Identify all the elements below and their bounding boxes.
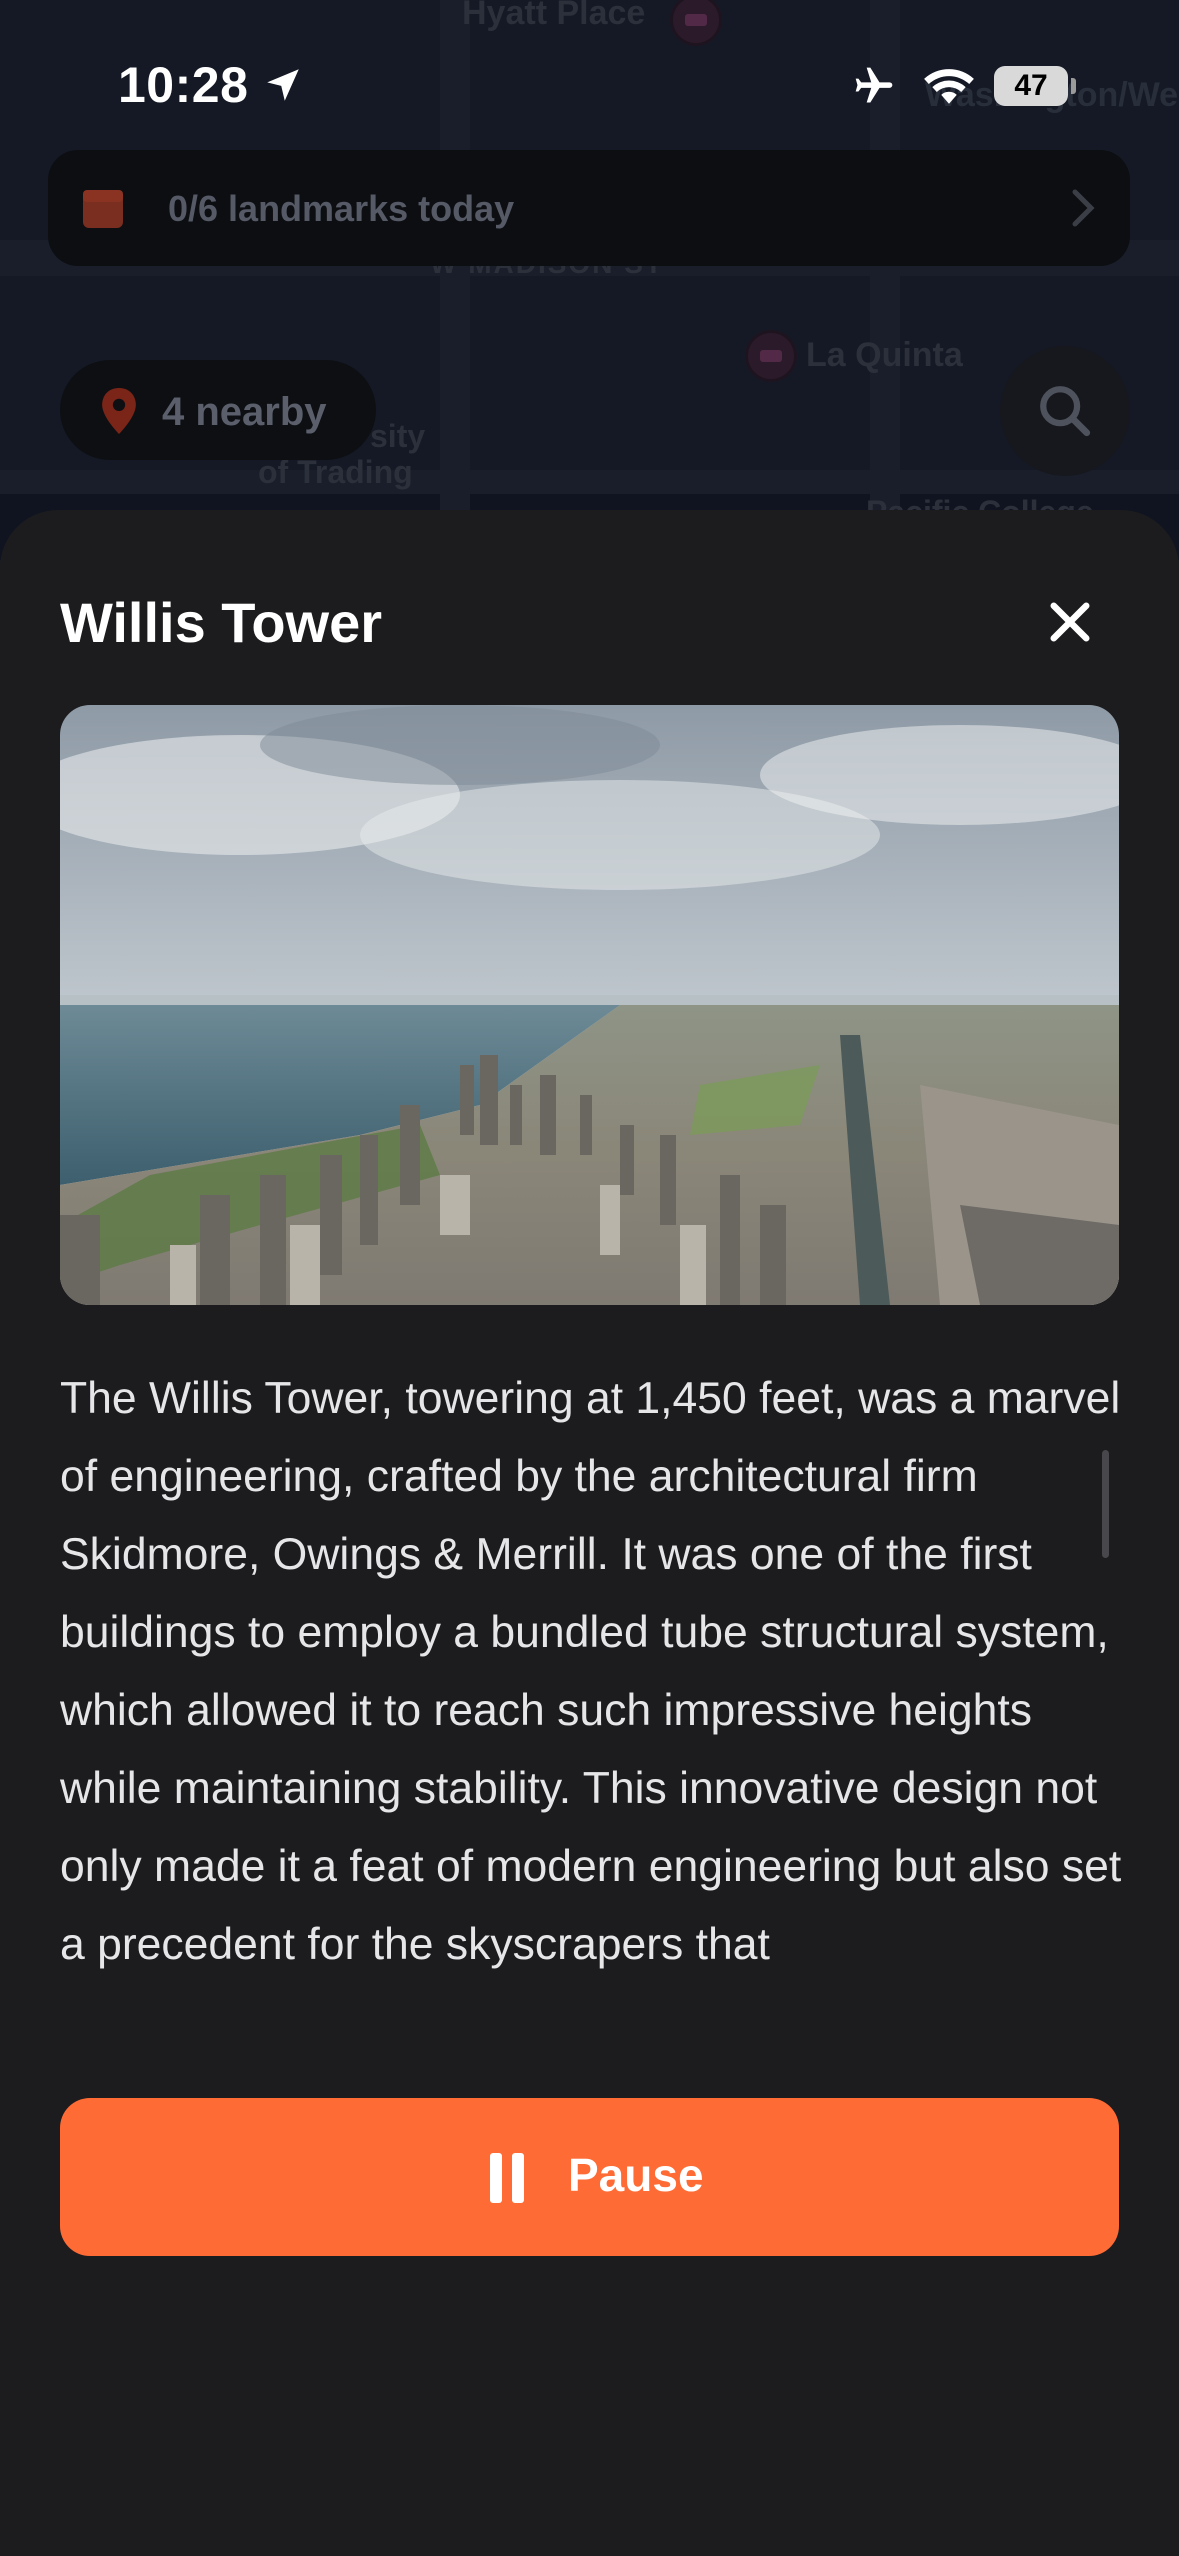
status-bar: 10:28 47 — [0, 0, 1179, 150]
airplane-icon — [855, 67, 893, 103]
chevron-right-icon — [1072, 189, 1095, 227]
landmarks-progress-text: 0/6 landmarks today — [168, 188, 515, 229]
landmark-description: The Willis Tower, towering at 1,450 feet… — [60, 1374, 1122, 1969]
status-time: 10:28 — [118, 57, 249, 113]
calendar-icon — [83, 190, 123, 228]
battery-indicator: 47 — [994, 66, 1068, 106]
pause-icon — [490, 2153, 526, 2203]
scroll-indicator[interactable] — [1102, 1450, 1109, 1558]
landmark-description-scroll[interactable]: The Willis Tower, towering at 1,450 feet… — [60, 1360, 1130, 2040]
nearby-button[interactable]: 4 nearby — [60, 360, 376, 460]
landmarks-progress-banner[interactable]: 0/6 landmarks today — [48, 150, 1130, 266]
landmark-photo — [60, 705, 1119, 1305]
close-button[interactable] — [1040, 592, 1100, 652]
pin-icon — [102, 388, 136, 434]
landmark-title: Willis Tower — [60, 591, 383, 654]
search-button[interactable] — [1000, 346, 1130, 476]
pause-button[interactable]: Pause — [60, 2098, 1119, 2256]
close-icon — [1050, 602, 1090, 642]
location-arrow-icon — [267, 69, 299, 101]
wifi-icon — [924, 69, 974, 104]
nearby-count: 4 nearby — [162, 390, 327, 434]
pause-label: Pause — [568, 2149, 704, 2201]
search-icon — [1040, 386, 1091, 437]
landmark-detail-sheet: Willis Tower The Willis Tower, towering … — [0, 510, 1179, 2556]
battery-cap — [1071, 78, 1076, 94]
